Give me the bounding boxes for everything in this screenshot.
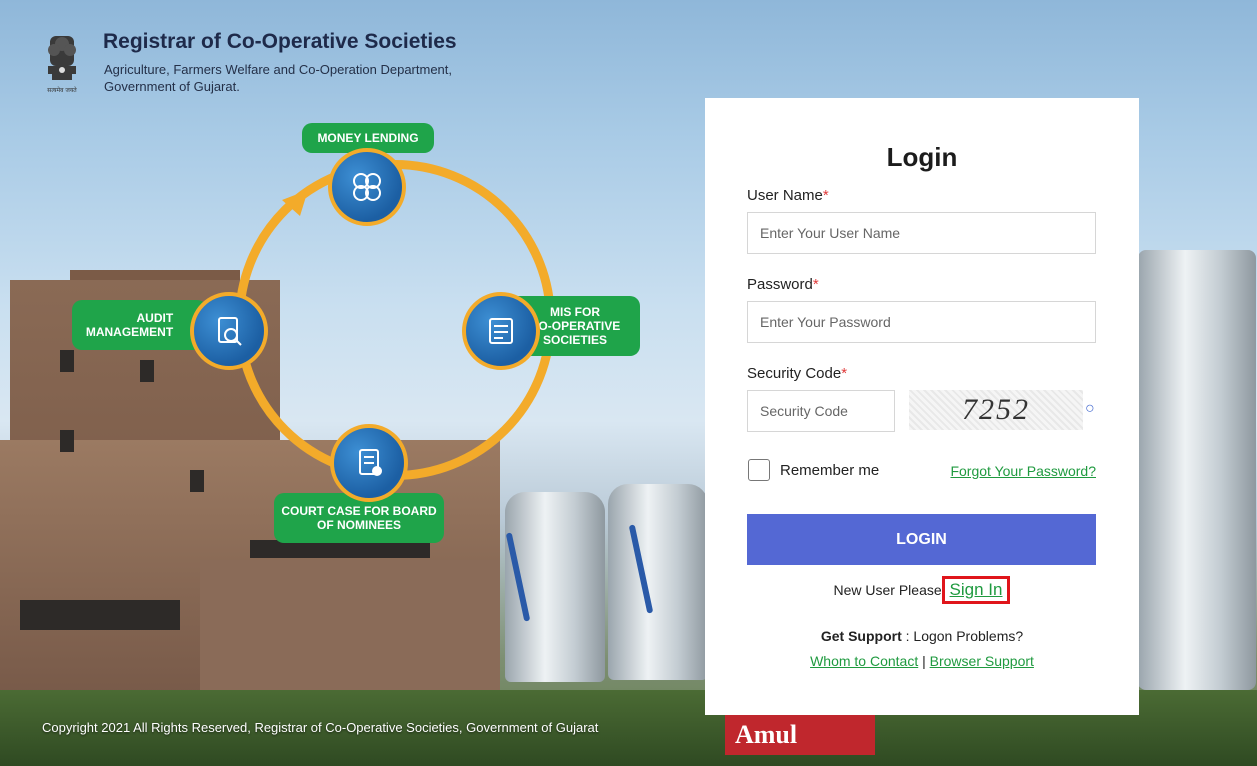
node-mis <box>462 292 540 370</box>
report-icon <box>489 318 513 344</box>
arrow-icon <box>282 190 308 216</box>
tag-label: MANAGEMENT <box>85 325 174 339</box>
label-text: User Name <box>747 187 823 204</box>
org-subtitle-line: Agriculture, Farmers Welfare and Co-Oper… <box>104 62 453 77</box>
org-subtitle: Agriculture, Farmers Welfare and Co-Oper… <box>104 61 524 95</box>
dairy-tank <box>1138 250 1256 690</box>
new-user-prompt: New User Please Sign In <box>705 576 1139 604</box>
browser-support-link[interactable]: Browser Support <box>930 653 1034 669</box>
tag-label: CO-OPERATIVE <box>529 319 621 333</box>
username-label: User Name* <box>747 187 829 204</box>
node-money-lending <box>328 148 406 226</box>
forgot-password-link[interactable]: Forgot Your Password? <box>950 463 1096 479</box>
node-court-case <box>330 424 408 502</box>
support-links: Whom to Contact | Browser Support <box>705 653 1139 669</box>
tag-label: MIS FOR <box>549 305 600 319</box>
login-button[interactable]: LOGIN <box>747 514 1096 565</box>
required-mark: * <box>841 365 848 382</box>
label-text: Password <box>747 276 813 293</box>
new-user-text: New User Please <box>833 582 942 598</box>
login-panel: Login User Name* Password* Security Code… <box>705 98 1139 715</box>
required-mark: * <box>822 187 829 204</box>
sign-in-link[interactable]: Sign In <box>941 576 1011 604</box>
org-title: Registrar of Co-Operative Societies <box>103 30 457 53</box>
support-text: : Logon Problems? <box>901 628 1024 644</box>
node-audit <box>190 292 268 370</box>
security-code-input[interactable] <box>747 390 895 432</box>
password-label: Password* <box>747 276 819 293</box>
whom-to-contact-link[interactable]: Whom to Contact <box>810 653 918 669</box>
svg-text:सत्यमेव जयते: सत्यमेव जयते <box>47 86 77 94</box>
password-input[interactable] <box>747 301 1096 343</box>
tag-label: COURT CASE FOR BOARD <box>281 504 437 518</box>
tag-label: MONEY LENDING <box>317 131 419 145</box>
support-line: Get Support : Logon Problems? <box>705 628 1139 644</box>
label-text: Security Code <box>747 365 842 382</box>
login-title: Login <box>886 142 958 172</box>
remember-me-checkbox[interactable] <box>748 459 770 481</box>
required-mark: * <box>812 276 819 293</box>
link-separator: | <box>918 653 930 669</box>
captcha-image: 7252 <box>909 390 1083 430</box>
refresh-captcha-icon[interactable]: ○ <box>1085 400 1095 418</box>
tag-audit: AUDIT MANAGEMENT <box>72 300 207 350</box>
security-code-label: Security Code* <box>747 365 847 382</box>
username-input[interactable] <box>747 212 1096 254</box>
services-diagram: MONEY LENDING MIS FOR CO-OPERATIVE SOCIE… <box>60 120 680 550</box>
tag-label: AUDIT <box>136 311 174 325</box>
org-subtitle-line: Government of Gujarat. <box>104 79 240 94</box>
document-icon <box>359 449 382 476</box>
support-label: Get Support <box>820 628 902 644</box>
coins-icon <box>353 173 381 201</box>
audit-icon <box>218 317 242 346</box>
emblem-icon: सत्यमेव जयते <box>40 30 84 96</box>
tag-label: OF NOMINEES <box>316 518 401 532</box>
tag-label: SOCIETIES <box>542 333 607 347</box>
amul-sign: Amul <box>725 715 875 755</box>
copyright-text: Copyright 2021 All Rights Reserved, Regi… <box>42 720 599 735</box>
remember-me-label: Remember me <box>780 462 880 479</box>
